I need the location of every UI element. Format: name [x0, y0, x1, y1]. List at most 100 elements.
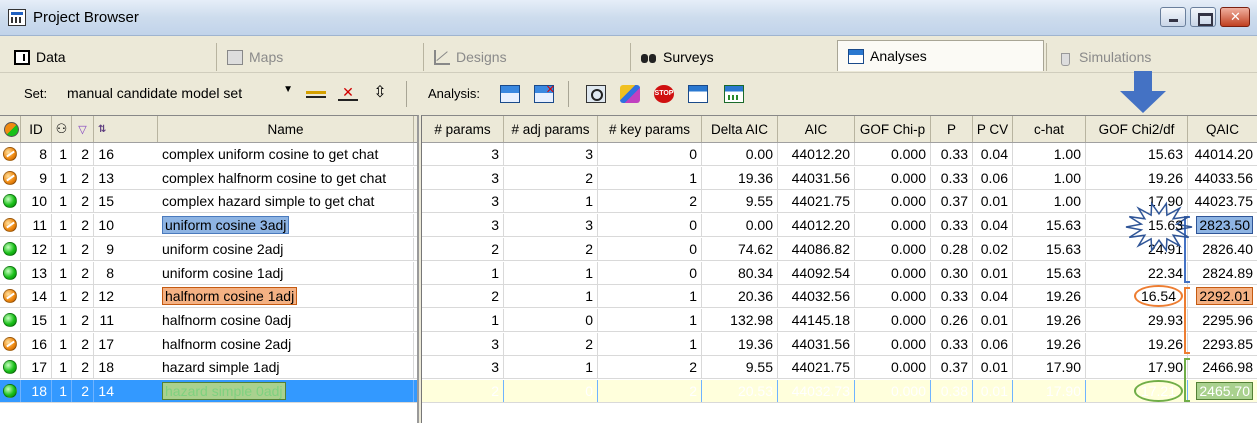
survey-column-header[interactable]: ⚇: [52, 116, 72, 142]
results-row[interactable]: 2 0 2 20.53 44032.73 0.000 0.38 0.01 17.90 17.21 2…: [422, 380, 1257, 403]
aic-cell-value: 44031.56: [791, 335, 850, 352]
tab-analyses[interactable]: Analyses: [837, 40, 1044, 71]
table-row[interactable]: 14 1 2 12 halfnorm cosine 1adj: [0, 285, 417, 309]
p-cell: 0.33: [931, 143, 973, 165]
table-row[interactable]: 9 1 2 13 complex halfnorm cosine to get chat: [0, 166, 417, 190]
results-sheet-icon[interactable]: [724, 85, 744, 103]
set-label: Set:: [24, 86, 48, 101]
status-column-header[interactable]: [0, 116, 21, 142]
p-cv-cell: 0.04: [973, 143, 1013, 165]
dataset-column-header[interactable]: ▽: [72, 116, 94, 142]
run-wizard-icon[interactable]: [620, 85, 640, 103]
delta-aic-cell: 20.53: [702, 380, 778, 402]
table-row[interactable]: 10 1 2 15 complex hazard simple to get chat: [0, 190, 417, 214]
qaic-column-header[interactable]: QAIC: [1188, 116, 1257, 142]
key-params-column-header[interactable]: # key params: [598, 116, 702, 142]
table-row[interactable]: 18 1 2 14 hazard simple 0adj: [0, 380, 417, 403]
adj-params-column-header[interactable]: # adj params: [504, 116, 598, 142]
close-button[interactable]: [1220, 7, 1250, 27]
stop-icon[interactable]: STOP: [654, 85, 674, 103]
gof-chi2-df-column-header[interactable]: GOF Chi2/df: [1086, 116, 1188, 142]
beaker-icon: [1057, 50, 1073, 66]
data-filter-icon: ▽: [78, 123, 87, 136]
status-green-ball-icon: [3, 265, 17, 280]
c-hat-cell: 19.26: [1013, 285, 1086, 308]
qaic-cell-value: 2823.50: [1196, 216, 1253, 235]
aic-cell-value: 44012.20: [791, 146, 850, 162]
params-cell-value: 3: [491, 193, 499, 210]
table-row[interactable]: 11 1 2 10 uniform cosine 3adj: [0, 214, 417, 238]
gof-chi2-df-cell-value: 16.54: [1133, 285, 1183, 308]
delta-aic-cell-value: 9.55: [745, 359, 773, 376]
aic-column-header[interactable]: AIC: [778, 116, 855, 142]
table-row[interactable]: 12 1 2 9 uniform cosine 2adj: [0, 237, 417, 261]
model-column-header[interactable]: ⇅: [94, 116, 158, 142]
results-row[interactable]: 3 2 1 19.36 44031.56 0.000 0.33 0.06 1.00 19.26 44…: [422, 166, 1257, 190]
results-row[interactable]: 3 3 0 0.00 44012.20 0.000 0.33 0.04 1.00 15.63 440…: [422, 143, 1257, 166]
minimize-button[interactable]: [1160, 7, 1186, 27]
zoom-details-icon[interactable]: [586, 85, 606, 103]
move-set-icon[interactable]: ⇳: [370, 85, 390, 103]
analysis-browser-icon[interactable]: [688, 85, 708, 103]
results-row[interactable]: 2 1 1 20.36 44032.56 0.000 0.33 0.04 19.26 16.54 2…: [422, 285, 1257, 309]
key-params-cell-value: 0: [689, 146, 697, 162]
c-hat-cell: 1.00: [1013, 166, 1086, 189]
p-cell-value: 0.33: [940, 288, 968, 305]
table-row[interactable]: 8 1 2 16 complex uniform cosine to get chat: [0, 143, 417, 166]
tab-maps[interactable]: Maps: [216, 43, 421, 71]
qaic-cell: 44014.20: [1188, 143, 1257, 165]
aic-cell: 44032.56: [778, 285, 855, 308]
name-cell: uniform cosine 3adj: [158, 214, 414, 237]
delta-aic-column-header[interactable]: Delta AIC: [702, 116, 778, 142]
aic-cell-value: 44145.18: [791, 311, 850, 328]
p-cell: 0.37: [931, 190, 973, 213]
id-cell: 11: [21, 214, 52, 237]
tab-simulations[interactable]: Simulations: [1046, 43, 1257, 71]
maximize-button[interactable]: [1190, 7, 1216, 27]
results-row[interactable]: 3 1 2 9.55 44021.75 0.000 0.37 0.01 17.90 17.90 24…: [422, 356, 1257, 380]
p-cell-value: 0.33: [940, 169, 968, 186]
new-analysis-icon[interactable]: [500, 85, 520, 103]
qaic-cell-value: 44033.56: [1194, 169, 1253, 186]
p-cv-cell: 0.01: [973, 356, 1013, 379]
params-cell: 1: [422, 261, 504, 284]
gof-chi-p-cell: 0.000: [855, 214, 931, 237]
c-hat-cell: 15.63: [1013, 237, 1086, 260]
remove-from-set-icon[interactable]: [306, 85, 326, 103]
dataset-cell: 2: [72, 143, 94, 165]
key-params-cell-value: 1: [689, 288, 697, 305]
p-cell: 0.30: [931, 261, 973, 284]
id-column-header[interactable]: ID: [21, 116, 52, 142]
tab-surveys[interactable]: Surveys: [630, 43, 835, 71]
delete-analysis-icon[interactable]: [534, 83, 555, 103]
id-cell: 18: [21, 380, 52, 402]
results-row[interactable]: 1 1 0 80.34 44092.54 0.000 0.30 0.01 15.63 22.34 2…: [422, 261, 1257, 285]
table-row[interactable]: 13 1 2 8 uniform cosine 1adj: [0, 261, 417, 285]
gof-chi-p-column-header[interactable]: GOF Chi-p: [855, 116, 931, 142]
adj-params-cell: 0: [504, 380, 598, 402]
tab-designs[interactable]: Designs: [423, 43, 628, 71]
delete-set-icon[interactable]: ✕: [338, 85, 358, 103]
params-cell: 3: [422, 214, 504, 237]
params-cell-value: 3: [491, 146, 499, 162]
table-row[interactable]: 17 1 2 18 hazard simple 1adj: [0, 356, 417, 380]
model-name-text: uniform cosine 2adj: [162, 240, 284, 257]
results-row[interactable]: 1 0 1 132.98 44145.18 0.000 0.26 0.01 19.26 29.93…: [422, 308, 1257, 332]
key-params-cell-value: 0: [689, 264, 697, 281]
table-row[interactable]: 15 1 2 11 halfnorm cosine 0adj: [0, 308, 417, 332]
tab-data[interactable]: Data: [4, 43, 214, 71]
params-column-header[interactable]: # params: [422, 116, 504, 142]
p-column-header[interactable]: P: [931, 116, 973, 142]
name-column-header[interactable]: Name: [158, 116, 414, 142]
p-cv-column-header[interactable]: P CV: [973, 116, 1013, 142]
results-row[interactable]: 3 2 1 19.36 44031.56 0.000 0.33 0.06 19.26 19.26 2…: [422, 332, 1257, 356]
aic-cell: 44032.73: [778, 380, 855, 402]
qaic-cell-value: 2292.01: [1196, 287, 1253, 306]
table-row[interactable]: 16 1 2 17 halfnorm cosine 2adj: [0, 332, 417, 356]
adj-params-cell-value: 3: [585, 217, 593, 234]
p-cell: 0.37: [931, 356, 973, 379]
c-hat-column-header[interactable]: c-hat: [1013, 116, 1086, 142]
model-set-dropdown[interactable]: manual candidate model set ▼: [67, 81, 299, 105]
adj-params-cell: 2: [504, 237, 598, 260]
c-hat-cell-value: 17.90: [1045, 383, 1081, 399]
